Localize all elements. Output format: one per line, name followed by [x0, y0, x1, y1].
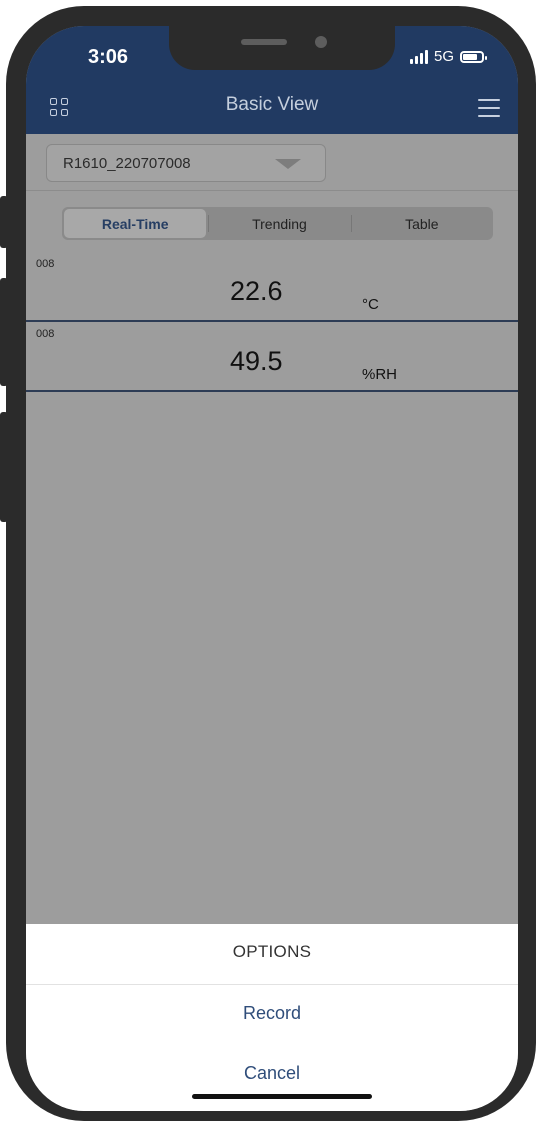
status-time: 3:06: [88, 46, 129, 68]
options-action-sheet: OPTIONS Record Cancel: [26, 924, 518, 1111]
reading-channel-label: 008: [36, 258, 55, 270]
reading-unit: %RH: [362, 366, 398, 383]
screen: 3:06 5G Basic View R1610_220707008 Real-…: [26, 26, 518, 1111]
app-header: 3:06 5G Basic View: [26, 26, 518, 134]
reading-value: 22.6: [230, 276, 283, 306]
tab-table[interactable]: Table: [350, 207, 493, 240]
menu-icon[interactable]: [478, 98, 500, 118]
signal-icon: [409, 49, 428, 64]
speaker: [241, 39, 287, 45]
reading-unit: °C: [362, 296, 379, 313]
device-select[interactable]: R1610_220707008: [46, 144, 326, 182]
cancel-button[interactable]: Cancel: [26, 1063, 518, 1084]
action-sheet-title: OPTIONS: [232, 942, 312, 961]
page-title: Basic View: [225, 94, 319, 115]
divider: [26, 984, 518, 985]
record-button[interactable]: Record: [26, 1003, 518, 1024]
side-button: [0, 196, 8, 248]
side-button: [0, 412, 8, 522]
tab-real-time[interactable]: Real-Time: [64, 209, 207, 238]
network-label: 5G: [433, 48, 454, 65]
camera: [315, 36, 327, 48]
battery-icon: [460, 50, 487, 63]
device-select-value: R1610_220707008: [63, 155, 191, 172]
reading-channel-label: 008: [36, 328, 55, 340]
chevron-down-icon: [275, 159, 301, 169]
tab-trending[interactable]: Trending: [208, 207, 350, 240]
notch: [169, 26, 395, 70]
reading-value: 49.5: [230, 346, 283, 376]
reading-row-temperature: 008 22.6 °C: [26, 252, 518, 322]
status-indicators: 5G: [409, 48, 487, 65]
view-tabs: Real-Time Trending Table: [62, 207, 493, 240]
reading-row-humidity: 008 49.5 %RH: [26, 322, 518, 392]
home-indicator[interactable]: [192, 1094, 372, 1099]
device-selector-bar: R1610_220707008: [26, 134, 518, 191]
side-button: [0, 278, 8, 386]
